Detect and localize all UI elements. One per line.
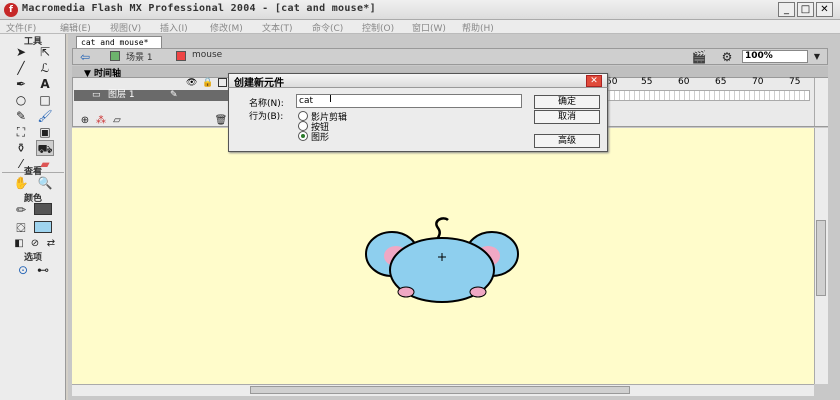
stroke-color-icon[interactable]: ✏ xyxy=(12,202,30,218)
minimize-button[interactable]: _ xyxy=(778,2,795,17)
line-tool-icon[interactable]: ╱ xyxy=(12,60,30,76)
close-button[interactable]: ✕ xyxy=(816,2,833,17)
zoom-select[interactable]: 100% xyxy=(742,50,808,63)
tools-heading: 工具 xyxy=(23,37,42,47)
lock-icon[interactable]: 🔒 xyxy=(202,78,213,88)
eye-icon[interactable]: 👁 xyxy=(186,78,197,88)
ruler-number: 55 xyxy=(641,77,653,87)
behavior-label: 行为(B): xyxy=(249,112,284,122)
fill-color-swatch[interactable] xyxy=(34,221,52,233)
view-heading: 查看 xyxy=(23,167,42,177)
pencil-tool-icon[interactable]: ✎ xyxy=(12,108,30,124)
menu-modify[interactable]: 修改(M) xyxy=(210,21,243,34)
mouse-left-foot xyxy=(397,286,415,298)
chevron-down-icon[interactable]: ▼ xyxy=(808,49,826,65)
snap-icon[interactable]: ⊙ xyxy=(14,262,32,278)
advanced-button[interactable]: 高级 xyxy=(534,134,600,148)
menu-help[interactable]: 帮助(H) xyxy=(462,21,494,34)
hand-tool-icon[interactable]: ✋ xyxy=(12,175,30,191)
window-title: Macromedia Flash MX Professional 2004 - … xyxy=(22,3,376,14)
layer-name: 图层 1 xyxy=(108,90,135,100)
menu-view[interactable]: 视图(V) xyxy=(110,21,141,34)
menu-control[interactable]: 控制(O) xyxy=(362,21,394,34)
tools-panel xyxy=(0,34,66,400)
ruler-number: 65 xyxy=(715,77,727,87)
tab-document[interactable]: cat and mouse* xyxy=(76,36,162,48)
menu-commands[interactable]: 命令(C) xyxy=(312,21,343,34)
pen-tool-icon[interactable]: ✒ xyxy=(12,76,30,92)
mouse-right-foot xyxy=(469,286,487,298)
menu-edit[interactable]: 编辑(E) xyxy=(60,21,91,34)
radio-movie-clip[interactable] xyxy=(298,111,308,121)
ruler-number: 60 xyxy=(678,77,690,87)
menu-text[interactable]: 文本(T) xyxy=(262,21,293,34)
menu-window[interactable]: 窗口(W) xyxy=(412,21,446,34)
rectangle-tool-icon[interactable]: □ xyxy=(36,92,54,108)
menu-file[interactable]: 文件(F) xyxy=(6,21,36,34)
menu-insert[interactable]: 插入(I) xyxy=(160,21,188,34)
pencil-icon: ✎ xyxy=(170,90,178,100)
brush-tool-icon[interactable]: 🖌 xyxy=(36,108,54,124)
stroke-color-swatch[interactable] xyxy=(34,203,52,215)
flash-logo-icon: f xyxy=(4,3,18,17)
zoom-tool-icon[interactable]: 🔍 xyxy=(36,175,54,191)
layer-icon: ▭ xyxy=(92,90,101,100)
edit-symbols-icon[interactable]: ⚙ xyxy=(718,49,736,65)
vertical-scroll-thumb[interactable] xyxy=(816,220,826,296)
straighten-icon[interactable]: ⊷ xyxy=(34,262,52,278)
subselect-tool-icon[interactable]: ⇱ xyxy=(36,44,54,60)
lasso-tool-icon[interactable]: ℒ xyxy=(36,60,54,76)
option-graphic-label: 图形 xyxy=(311,133,330,143)
dialog-title: 创建新元件 xyxy=(234,78,284,89)
maximize-button[interactable]: □ xyxy=(797,2,814,17)
dialog-title-bar xyxy=(228,73,608,88)
radio-graphic[interactable] xyxy=(298,131,308,141)
outline-icon[interactable] xyxy=(218,78,227,87)
edit-scene-icon[interactable]: 🎬 xyxy=(690,49,708,65)
cancel-button[interactable]: 取消 xyxy=(534,110,600,124)
horizontal-scroll-thumb[interactable] xyxy=(250,386,630,394)
arrow-tool-icon[interactable]: ➤ xyxy=(12,44,30,60)
symbol-icon xyxy=(176,51,186,61)
symbol-breadcrumb[interactable]: mouse xyxy=(192,50,222,60)
name-label: 名称(N): xyxy=(249,99,284,109)
ruler-number: 75 xyxy=(789,77,801,87)
mouse-graphic[interactable] xyxy=(362,210,522,310)
scene-breadcrumb[interactable]: 场景 1 xyxy=(126,50,153,63)
text-tool-icon[interactable]: A xyxy=(36,76,54,92)
ok-button[interactable]: 确定 xyxy=(534,95,600,109)
scene-icon xyxy=(110,51,120,61)
paint-bucket-tool-icon[interactable]: ⛟ xyxy=(36,140,54,156)
timeline-scrollbar[interactable] xyxy=(814,78,828,126)
oval-tool-icon[interactable]: ○ xyxy=(12,92,30,108)
radio-button[interactable] xyxy=(298,121,308,131)
fill-color-icon[interactable]: ⛋ xyxy=(12,220,30,236)
back-arrow-icon[interactable]: ⇦ xyxy=(76,49,94,65)
colors-heading: 颜色 xyxy=(23,194,42,204)
text-cursor-icon: I xyxy=(329,94,332,105)
insert-folder-icon[interactable]: ▱ xyxy=(108,113,126,129)
dialog-close-icon[interactable]: ✕ xyxy=(586,75,602,87)
fill-transform-tool-icon[interactable]: ▣ xyxy=(36,124,54,140)
ruler-number: 70 xyxy=(752,77,764,87)
layer-row[interactable]: ▭ 图层 1 ✎ xyxy=(74,90,234,101)
options-heading: 选项 xyxy=(23,253,42,263)
free-transform-tool-icon[interactable]: ⛶ xyxy=(12,124,30,140)
ink-bottle-tool-icon[interactable]: ⚱ xyxy=(12,140,30,156)
